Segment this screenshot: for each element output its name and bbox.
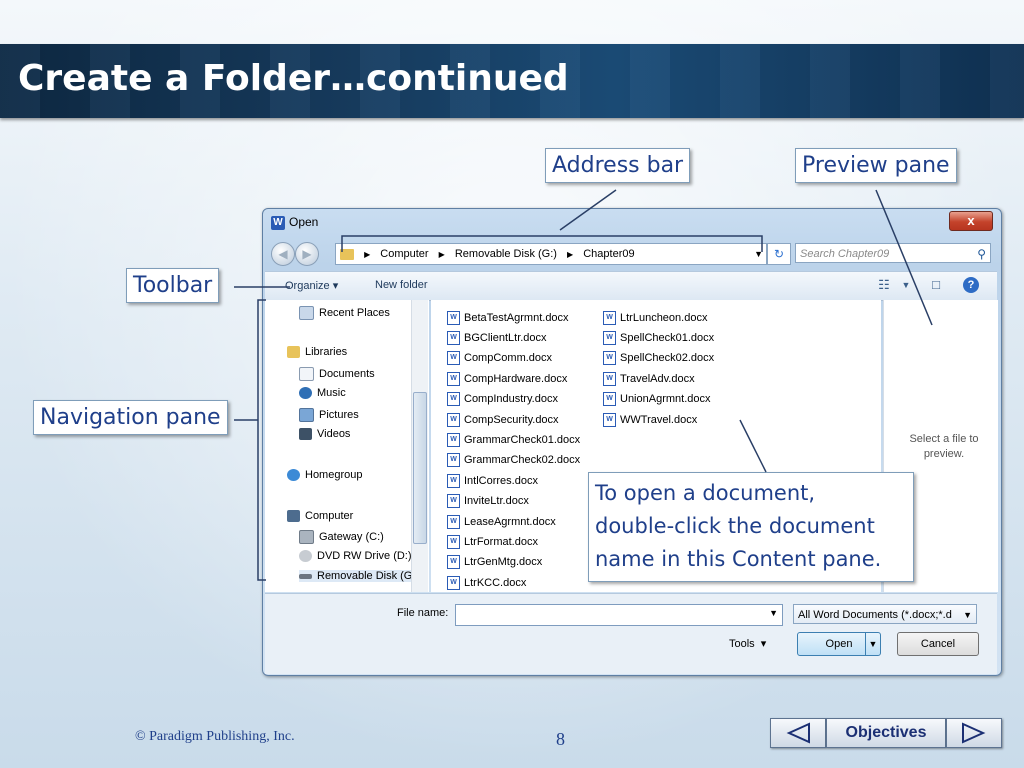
previous-slide-button[interactable]	[770, 718, 826, 748]
page-number: 8	[556, 729, 565, 749]
navigation-pane-bracket	[257, 299, 266, 581]
callout-connectors	[234, 189, 933, 581]
copyright: © Paradigm Publishing, Inc.	[135, 729, 295, 744]
address-bar-connector	[559, 189, 617, 231]
objectives-button[interactable]: Objectives	[826, 718, 946, 748]
preview-pane-connector	[875, 189, 933, 326]
arrow-right-icon	[962, 722, 986, 744]
content-pane-connector	[739, 419, 767, 473]
arrow-left-icon	[786, 722, 810, 744]
address-bar-bracket	[341, 235, 763, 252]
next-slide-button[interactable]	[946, 718, 1002, 748]
